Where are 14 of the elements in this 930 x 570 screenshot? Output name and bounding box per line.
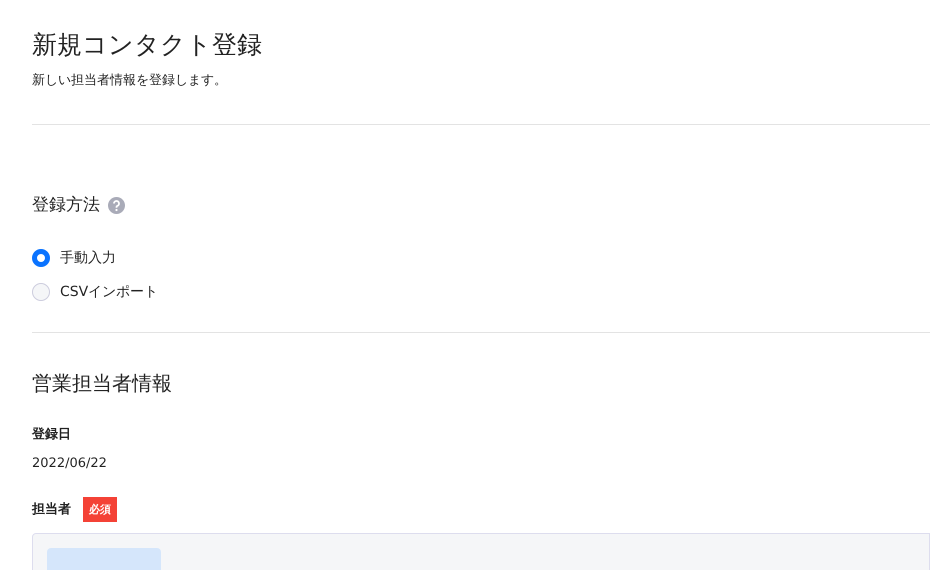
radio-button[interactable] — [32, 283, 50, 301]
page-subtitle: 新しい担当者情報を登録します。 — [32, 72, 228, 90]
section-heading: 営業担当者情報 — [32, 370, 173, 397]
field-label: 担当者 — [32, 500, 71, 518]
section-heading: 登録方法 — [32, 194, 100, 217]
page-title: 新規コンタクト登録 — [32, 29, 263, 61]
field-value: 2022/06/22 — [32, 455, 108, 473]
required-badge: 必須 — [83, 497, 117, 522]
radio-option[interactable]: CSVインポート — [32, 282, 158, 302]
radio-option[interactable]: 手動入力 — [32, 248, 116, 268]
help-icon[interactable] — [108, 196, 125, 214]
selection-chip[interactable] — [47, 548, 161, 570]
radio-button[interactable] — [32, 249, 50, 267]
field-label: 登録日 — [32, 426, 72, 444]
